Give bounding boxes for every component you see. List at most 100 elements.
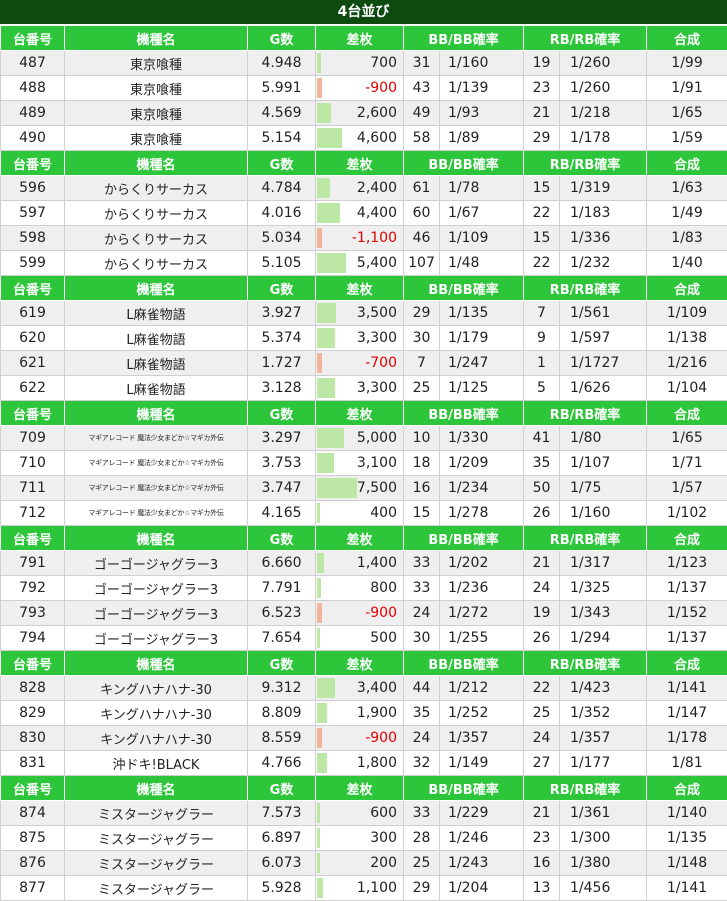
combined-probability: 1/141	[646, 675, 727, 701]
column-header: 機種名	[64, 525, 248, 551]
game-count: 5.154	[247, 125, 316, 151]
machine-number: 831	[0, 750, 65, 776]
game-count: 4.948	[247, 50, 316, 76]
rb-count: 5	[523, 375, 561, 401]
machine-number: 490	[0, 125, 65, 151]
table-row: 488 東京喰種 5.991 -900 43 1/139 23 1/260 1/91	[0, 75, 727, 101]
machine-name: 東京喰種	[64, 125, 248, 151]
rb-probability: 1/260	[559, 75, 648, 101]
game-count: 4.165	[247, 500, 316, 526]
bb-count: 46	[403, 225, 440, 251]
machine-name: ゴーゴージャグラー3	[64, 575, 248, 601]
group-header-row: 台番号 機種名 G数 差枚 BB/BB確率 RB/RB確率 合成	[0, 150, 727, 176]
bb-count: 16	[403, 475, 440, 501]
table-row: 621 L麻雀物語 1.727 -700 7 1/247 1 1/1727 1/216	[0, 350, 727, 376]
difference-bar	[317, 353, 322, 373]
game-count: 5.034	[247, 225, 316, 251]
group-header-row: 台番号 機種名 G数 差枚 BB/BB確率 RB/RB確率 合成	[0, 775, 727, 801]
difference-value: 2,400	[356, 180, 397, 196]
machine-number: 877	[0, 875, 65, 901]
difference-bar	[317, 453, 334, 473]
machine-name: からくりサーカス	[64, 200, 248, 226]
column-header: 機種名	[64, 275, 248, 301]
table-row: 487 東京喰種 4.948 700 31 1/160 19 1/260 1/99	[0, 50, 727, 76]
bb-probability: 1/272	[438, 600, 525, 626]
coin-difference: 3,300	[315, 375, 404, 401]
coin-difference: 1,800	[315, 750, 404, 776]
machine-name: L麻雀物語	[64, 325, 248, 351]
combined-probability: 1/81	[646, 750, 727, 776]
bb-count: 15	[403, 500, 440, 526]
rb-probability: 1/626	[559, 375, 648, 401]
combined-probability: 1/148	[646, 850, 727, 876]
difference-bar	[317, 803, 320, 823]
rb-probability: 1/177	[559, 750, 648, 776]
group-header-row: 台番号 機種名 G数 差枚 BB/BB確率 RB/RB確率 合成	[0, 650, 727, 676]
difference-bar	[317, 553, 324, 573]
combined-probability: 1/141	[646, 875, 727, 901]
machine-name: ミスタージャグラー	[64, 875, 248, 901]
difference-bar	[317, 378, 335, 398]
bb-count: 24	[403, 600, 440, 626]
difference-value: 3,500	[356, 305, 397, 321]
game-count: 5.105	[247, 250, 316, 276]
machine-number: 794	[0, 625, 65, 651]
combined-probability: 1/140	[646, 800, 727, 826]
machine-name: からくりサーカス	[64, 175, 248, 201]
bb-probability: 1/149	[438, 750, 525, 776]
difference-value: 3,300	[356, 380, 397, 396]
rb-count: 41	[523, 425, 561, 451]
bb-probability: 1/229	[438, 800, 525, 826]
combined-probability: 1/65	[646, 100, 727, 126]
game-count: 3.753	[247, 450, 316, 476]
game-count: 7.654	[247, 625, 316, 651]
table-row: 794 ゴーゴージャグラー3 7.654 500 30 1/255 26 1/294 1/137	[0, 625, 727, 651]
bb-count: 61	[403, 175, 440, 201]
bb-count: 28	[403, 825, 440, 851]
rb-count: 50	[523, 475, 561, 501]
table-row: 710 マギアレコード 魔法少女まどか☆マギカ外伝 3.753 3,100 18 1/20…	[0, 450, 727, 476]
coin-difference: -900	[315, 75, 404, 101]
combined-probability: 1/135	[646, 825, 727, 851]
bb-probability: 1/209	[438, 450, 525, 476]
difference-value: 4,600	[356, 130, 397, 146]
difference-value: 200	[370, 855, 397, 871]
rb-probability: 1/352	[559, 700, 648, 726]
rb-count: 19	[523, 50, 561, 76]
table-row: 619 L麻雀物語 3.927 3,500 29 1/135 7 1/561 1/109	[0, 300, 727, 326]
coin-difference: 800	[315, 575, 404, 601]
combined-probability: 1/49	[646, 200, 727, 226]
table-row: 792 ゴーゴージャグラー3 7.791 800 33 1/236 24 1/325 1/137	[0, 575, 727, 601]
rb-count: 1	[523, 350, 561, 376]
column-header: G数	[247, 650, 316, 676]
machine-number: 791	[0, 550, 65, 576]
coin-difference: 3,300	[315, 325, 404, 351]
rb-probability: 1/361	[559, 800, 648, 826]
difference-bar	[317, 603, 322, 623]
coin-difference: 4,400	[315, 200, 404, 226]
rb-count: 29	[523, 125, 561, 151]
bb-count: 58	[403, 125, 440, 151]
machine-name: ゴーゴージャグラー3	[64, 550, 248, 576]
difference-value: 3,400	[356, 680, 397, 696]
column-header: 差枚	[315, 150, 404, 176]
game-count: 4.784	[247, 175, 316, 201]
game-count: 4.766	[247, 750, 316, 776]
combined-probability: 1/102	[646, 500, 727, 526]
machine-name: ゴーゴージャグラー3	[64, 600, 248, 626]
difference-value: 500	[370, 630, 397, 646]
coin-difference: 7,500	[315, 475, 404, 501]
column-header: 合成	[646, 650, 727, 676]
difference-value: 3,300	[356, 330, 397, 346]
table-row: 622 L麻雀物語 3.128 3,300 25 1/125 5 1/626 1/104	[0, 375, 727, 401]
column-header: BB/BB確率	[402, 400, 525, 426]
rb-probability: 1/75	[559, 475, 648, 501]
combined-probability: 1/138	[646, 325, 727, 351]
coin-difference: 700	[315, 50, 404, 76]
machine-name: マギアレコード 魔法少女まどか☆マギカ外伝	[64, 475, 248, 501]
combined-probability: 1/63	[646, 175, 727, 201]
table-row: 831 沖ドキ!BLACK 4.766 1,800 32 1/149 27 1/177 1/81	[0, 750, 727, 776]
game-count: 6.897	[247, 825, 316, 851]
bb-count: 44	[403, 675, 440, 701]
coin-difference: 5,000	[315, 425, 404, 451]
